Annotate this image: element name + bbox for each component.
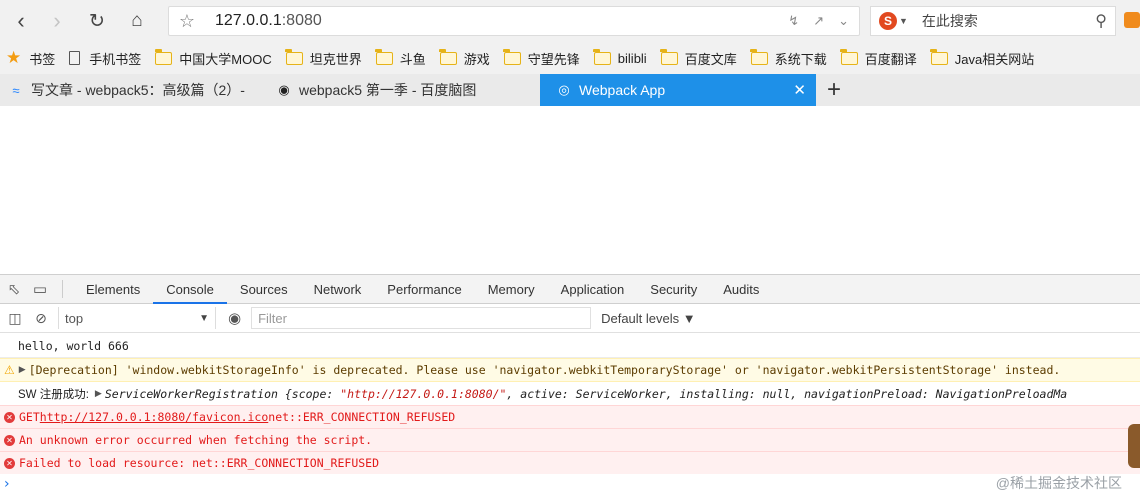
bookmark-folder[interactable]: 百度翻译 bbox=[840, 48, 917, 68]
folder-icon bbox=[439, 48, 457, 65]
new-tab-button[interactable]: + bbox=[816, 74, 852, 106]
folder-icon bbox=[750, 48, 768, 65]
folder-icon bbox=[660, 48, 678, 65]
tab-network[interactable]: Network bbox=[301, 275, 375, 304]
inspect-element-icon[interactable]: ⬁ bbox=[2, 278, 26, 300]
console-error-row: ✕ An unknown error occurred when fetchin… bbox=[0, 428, 1140, 451]
folder-icon bbox=[930, 48, 948, 65]
search-box[interactable]: S ▼ 在此搜索 ⚲ bbox=[870, 6, 1116, 36]
globe-icon: ◎ bbox=[558, 82, 570, 97]
sw-object[interactable]: ServiceWorkerRegistration {scope: "http:… bbox=[105, 387, 1067, 401]
tab-performance[interactable]: Performance bbox=[374, 275, 474, 304]
expand-triangle-icon[interactable]: ▶ bbox=[95, 389, 102, 399]
reload-icon[interactable]: ↻ bbox=[82, 6, 112, 36]
back-icon[interactable]: ‹ bbox=[6, 6, 36, 36]
bookmark-item[interactable]: 手机书签 bbox=[69, 49, 141, 68]
sw-label: SW 注册成功: bbox=[18, 388, 89, 401]
tab-webpack-app[interactable]: ◎ Webpack App ✕ bbox=[540, 74, 816, 106]
folder-icon bbox=[154, 48, 173, 65]
lightning-icon[interactable]: ↯ bbox=[788, 13, 799, 29]
juejin-icon: ≈ bbox=[12, 82, 20, 98]
url-host: 127.0.0.1 bbox=[215, 12, 282, 29]
page-viewport bbox=[0, 106, 1140, 274]
chevron-down-icon[interactable]: ⌄ bbox=[838, 13, 849, 29]
device-toolbar-icon[interactable]: ▭ bbox=[28, 278, 52, 300]
error-icon: ✕ bbox=[4, 411, 15, 423]
console-toolbar: ◫ ⊘ top ▼ ◉ Default levels ▼ bbox=[0, 304, 1140, 333]
overlay-avatar bbox=[1128, 424, 1140, 468]
filter-input[interactable] bbox=[251, 307, 592, 329]
search-input[interactable]: 在此搜索 bbox=[922, 11, 978, 31]
bookmark-folder[interactable]: 中国大学MOOC bbox=[154, 48, 272, 68]
clear-console-icon[interactable]: ⊘ bbox=[30, 307, 52, 329]
eye-icon[interactable]: ◉ bbox=[228, 309, 241, 327]
console-error-row: ✕ GET http://127.0.0.1:8080/favicon.ico … bbox=[0, 405, 1140, 428]
warning-icon: ⚠ bbox=[4, 363, 15, 377]
error-icon: ✕ bbox=[4, 457, 15, 469]
folder-icon bbox=[375, 48, 393, 65]
console-log-row: hello, world 666 bbox=[0, 334, 1140, 358]
dropdown-arrow-icon: ▼ bbox=[199, 312, 209, 324]
tab-strip: ≈ 写文章 - webpack5：高级篇（2）- ◉ webpack5 第一季 … bbox=[0, 74, 1140, 106]
console-warning-row: ⚠ ▶ [Deprecation] 'window.webkitStorageI… bbox=[0, 358, 1140, 382]
console-messages: hello, world 666 ⚠ ▶ [Deprecation] 'wind… bbox=[0, 334, 1140, 497]
folder-icon bbox=[593, 48, 611, 65]
address-toolbar: ‹ › ↻ ⌂ ☆ 127.0.0.1:8080 ↯ ↗ ⌄ S ▼ 在此搜索 … bbox=[0, 0, 1140, 42]
expand-triangle-icon[interactable]: ▶ bbox=[19, 365, 26, 375]
star-icon: ★ bbox=[6, 48, 22, 67]
bookmark-folder[interactable]: 坦克世界 bbox=[285, 48, 362, 68]
error-icon: ✕ bbox=[4, 434, 15, 446]
search-engine-icon[interactable]: S bbox=[879, 12, 897, 30]
console-prompt-icon[interactable]: › bbox=[4, 476, 10, 492]
home-icon[interactable]: ⌂ bbox=[122, 6, 152, 36]
url-text[interactable]: 127.0.0.1:8080 bbox=[215, 12, 322, 30]
url-port: :8080 bbox=[281, 12, 322, 29]
bookmarks-bar: ★ 书签 手机书签 中国大学MOOC 坦克世界 斗鱼 游戏 守望先锋 bilibl… bbox=[0, 42, 1140, 74]
watermark: @稀土掘金技术社区 bbox=[995, 475, 1122, 491]
close-icon[interactable]: ✕ bbox=[793, 81, 806, 99]
share-icon[interactable]: ↗ bbox=[813, 13, 824, 29]
folder-icon bbox=[503, 48, 521, 65]
console-log-row: SW 注册成功: ▶ ServiceWorkerRegistration {sc… bbox=[0, 382, 1140, 406]
bookmark-star-icon[interactable]: ☆ bbox=[169, 11, 205, 32]
context-select[interactable]: top ▼ bbox=[58, 307, 216, 329]
search-icon[interactable]: ⚲ bbox=[1095, 11, 1107, 31]
forward-icon[interactable]: › bbox=[42, 6, 72, 36]
bookmark-folder[interactable]: 守望先锋 bbox=[503, 48, 580, 68]
error-url-link[interactable]: http://127.0.0.1:8080/favicon.ico bbox=[40, 410, 268, 424]
tab-baidu-naotu[interactable]: ◉ webpack5 第一季 - 百度脑图 bbox=[268, 74, 540, 106]
extension-icon[interactable] bbox=[1124, 12, 1140, 28]
sidebar-toggle-icon[interactable]: ◫ bbox=[4, 307, 26, 329]
bookmark-item[interactable]: ★ 书签 bbox=[6, 48, 55, 68]
folder-icon bbox=[285, 48, 303, 65]
url-bar[interactable]: ☆ 127.0.0.1:8080 ↯ ↗ ⌄ bbox=[168, 6, 860, 36]
tab-memory[interactable]: Memory bbox=[475, 275, 548, 304]
url-actions: ↯ ↗ ⌄ bbox=[788, 7, 849, 35]
tab-juejin[interactable]: ≈ 写文章 - webpack5：高级篇（2）- bbox=[0, 74, 268, 106]
bookmark-folder[interactable]: Java相关网站 bbox=[930, 48, 1034, 68]
tab-elements[interactable]: Elements bbox=[73, 275, 153, 304]
bookmark-folder[interactable]: 斗鱼 bbox=[375, 48, 426, 68]
log-levels-dropdown[interactable]: Default levels ▼ bbox=[601, 311, 696, 326]
bookmark-folder[interactable]: 系统下载 bbox=[750, 48, 827, 68]
console-error-row: ✕ Failed to load resource: net::ERR_CONN… bbox=[0, 451, 1140, 474]
bookmark-folder[interactable]: bilibli bbox=[593, 48, 647, 66]
bookmark-folder[interactable]: 百度文库 bbox=[660, 48, 737, 68]
naotu-icon: ◉ bbox=[278, 82, 290, 97]
engine-dropdown-icon[interactable]: ▼ bbox=[899, 16, 908, 26]
tab-audits[interactable]: Audits bbox=[710, 275, 772, 304]
bookmark-folder[interactable]: 游戏 bbox=[439, 48, 490, 68]
tab-application[interactable]: Application bbox=[548, 275, 638, 304]
tab-security[interactable]: Security bbox=[637, 275, 710, 304]
tab-console[interactable]: Console bbox=[153, 275, 227, 304]
tab-sources[interactable]: Sources bbox=[227, 275, 301, 304]
devtools-tabbar: ⬁ ▭ Elements Console Sources Network Per… bbox=[0, 274, 1140, 304]
folder-icon bbox=[840, 48, 858, 65]
toolbar-divider bbox=[62, 280, 63, 298]
mobile-icon bbox=[69, 51, 81, 65]
